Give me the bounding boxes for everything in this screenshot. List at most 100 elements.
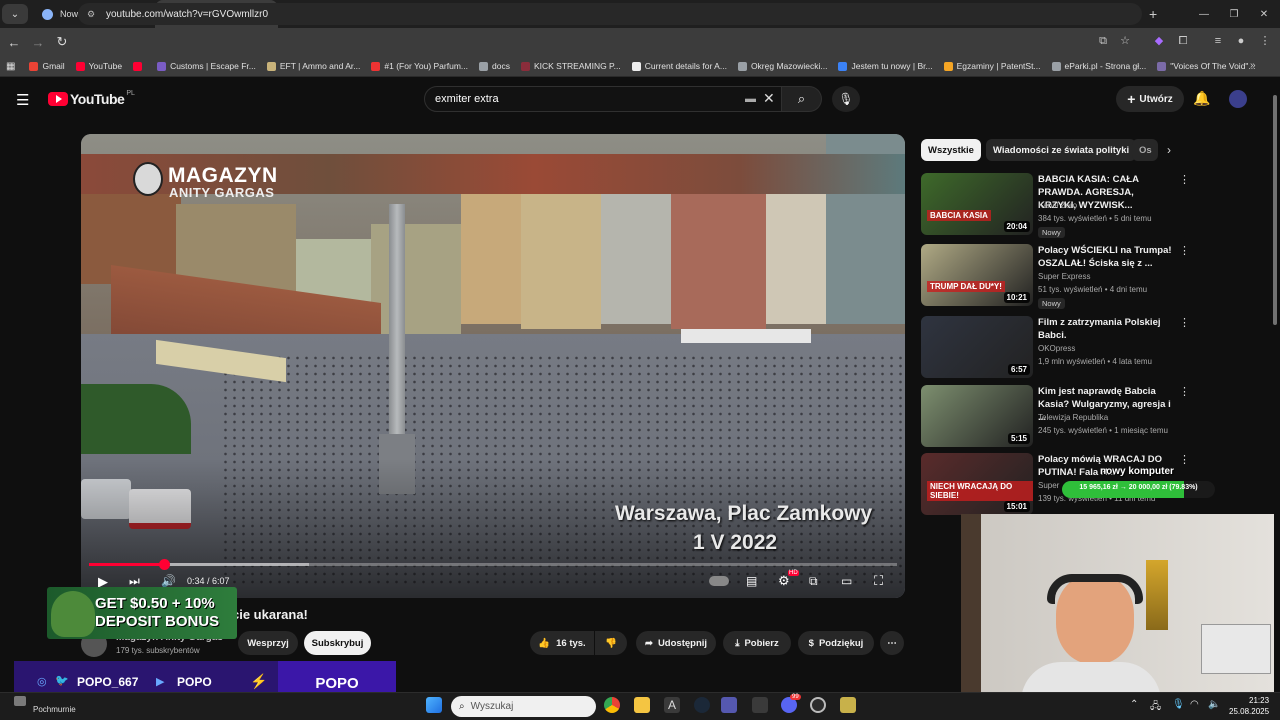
miniplayer-icon[interactable]: ⧉ — [809, 574, 818, 589]
obs-icon[interactable] — [810, 697, 826, 713]
more-options-icon[interactable]: ⋮ — [1179, 244, 1190, 257]
app-icon-2[interactable] — [752, 697, 768, 713]
bookmark-item[interactable]: docs — [479, 61, 510, 71]
recommendation-channel[interactable]: Super Express — [1038, 272, 1090, 281]
recommendation-item[interactable]: 5:15 Kim jest naprawdę Babcia Kasia? Wul… — [921, 385, 1190, 449]
more-options-icon[interactable]: ⋮ — [1179, 316, 1190, 329]
recommendation-item[interactable]: TRUMP DAŁ DU*Y! 10:21 Polacy WŚCIEKLI na… — [921, 244, 1190, 309]
casino-ad-banner[interactable]: GET $0.50 + 10% DEPOSIT BONUS — [47, 587, 237, 639]
create-button[interactable]: + Utwórz — [1116, 86, 1184, 112]
app-icon[interactable]: A — [664, 697, 680, 713]
video-thumbnail[interactable]: BABCIA KASIA 20:04 — [921, 173, 1033, 235]
keyboard-icon[interactable]: ▬ — [745, 93, 756, 105]
chrome-icon[interactable] — [604, 697, 620, 713]
more-options-icon[interactable]: ⋮ — [1179, 385, 1190, 398]
hamburger-menu-icon[interactable]: ☰ — [16, 91, 29, 109]
fullscreen-icon[interactable]: ⛶ — [874, 573, 883, 589]
recommendation-title[interactable]: Film z zatrzymania Polskiej Babci. — [1038, 316, 1173, 342]
recommendation-channel[interactable]: Super — [1038, 481, 1059, 490]
extension-icon[interactable]: ◆ — [1152, 34, 1166, 48]
bookmark-item[interactable]: Current details for A... — [631, 61, 727, 71]
like-button[interactable]: 👍 16 tys. — [530, 631, 594, 655]
teams-icon[interactable] — [721, 697, 737, 713]
minimize-button[interactable]: — — [1189, 0, 1219, 28]
search-input[interactable]: exmiter extra ▬ ✕ — [424, 86, 782, 112]
volume-icon[interactable]: 🔊 — [161, 574, 176, 588]
microphone-tray-icon[interactable]: 🎙 — [1172, 699, 1185, 710]
windows-start-icon[interactable] — [426, 697, 442, 713]
recommendation-item[interactable]: BABCIA KASIA 20:04 BABCIA KASIA: CAŁA PR… — [921, 173, 1190, 238]
clear-search-icon[interactable]: ✕ — [763, 90, 775, 107]
bookmark-item[interactable]: KICK STREAMING P... — [520, 61, 621, 71]
address-bar[interactable]: ⚙ youtube.com/watch?v=rGVOwmllzr0 — [78, 3, 1142, 25]
new-tab-button[interactable]: + — [1149, 6, 1157, 22]
reload-button[interactable]: ↻ — [50, 30, 74, 54]
video-thumbnail[interactable]: 5:15 — [921, 385, 1033, 447]
progress-scrubber[interactable] — [158, 559, 170, 570]
chip-politics[interactable]: Wiadomości ze świata polityki — [986, 139, 1137, 161]
notifications-bell-icon[interactable]: 🔔 — [1193, 90, 1210, 107]
video-thumbnail[interactable]: TRUMP DAŁ DU*Y! 10:21 — [921, 244, 1033, 306]
chip-other[interactable]: Os — [1132, 139, 1158, 161]
bookmark-item[interactable]: #1 (For You) Parfum... — [371, 61, 468, 71]
subscribe-button[interactable]: Subskrybuj — [304, 631, 371, 655]
download-button[interactable]: ⤓ Pobierz — [723, 631, 791, 655]
bookmark-item[interactable]: Jestem tu nowy | Br... — [838, 61, 933, 71]
support-button[interactable]: Wesprzyj — [238, 631, 298, 655]
tab-search-button[interactable]: ⌄ — [2, 4, 28, 24]
bookmark-item[interactable]: Okręg Mazowiecki... — [737, 61, 827, 71]
share-button[interactable]: ➦ Udostępnij — [636, 631, 716, 655]
recommendation-item[interactable]: 6:57 Film z zatrzymania Polskiej Babci. … — [921, 316, 1190, 380]
youtube-logo[interactable]: YouTube PL — [48, 90, 135, 107]
extensions-puzzle-icon[interactable]: ⧠ — [1176, 34, 1190, 48]
forward-button[interactable]: → — [26, 30, 50, 54]
volume-tray-icon[interactable]: 🔈 — [1208, 699, 1220, 710]
bookmark-item[interactable]: eParki.pl - Strona gł... — [1051, 61, 1146, 71]
more-bookmarks-icon[interactable]: » — [1250, 60, 1256, 71]
recommendation-channel[interactable]: OKOpress — [1038, 344, 1075, 353]
chevron-right-icon[interactable]: › — [1167, 143, 1171, 157]
more-options-icon[interactable]: ⋮ — [1179, 453, 1190, 466]
recommendation-channel[interactable]: Kanał Zero — [1038, 201, 1077, 210]
account-avatar[interactable] — [1229, 90, 1247, 108]
apps-grid-icon[interactable]: ▦ — [6, 61, 15, 72]
subtitles-icon[interactable]: ▤ — [746, 574, 757, 588]
bookmark-item[interactable]: Customs | Escape Fr... — [157, 61, 256, 71]
show-hidden-icons[interactable]: ⌃ — [1130, 699, 1138, 710]
back-button[interactable]: ← — [2, 30, 26, 54]
bookmark-star-icon[interactable]: ☆ — [1118, 34, 1132, 48]
media-control-icon[interactable]: ≡ — [1211, 34, 1225, 48]
video-player[interactable]: MAGAZYN ANITY GARGAS Warszawa, Plac Zamk… — [81, 134, 905, 598]
bookmark-item[interactable]: EFT | Ammo and Ar... — [266, 61, 360, 71]
dislike-button[interactable]: 👎 — [595, 631, 627, 655]
progress-bar[interactable] — [89, 559, 897, 570]
more-actions-button[interactable]: ⋯ — [880, 631, 904, 655]
autoplay-toggle[interactable] — [709, 576, 729, 586]
theater-mode-icon[interactable]: ▭ — [841, 574, 852, 588]
recommendation-title[interactable]: Polacy WŚCIEKLI na Trumpa! OSZALAŁ! Ścis… — [1038, 244, 1173, 270]
profile-icon[interactable]: ● — [1234, 34, 1248, 48]
app-icon-3[interactable] — [840, 697, 856, 713]
bookmark-item[interactable] — [133, 61, 146, 71]
recommendation-channel[interactable]: Telewizja Republika — [1038, 413, 1108, 422]
bookmark-item[interactable]: Gmail — [29, 61, 65, 71]
browser-menu-icon[interactable]: ⋮ — [1258, 34, 1272, 48]
site-info-icon[interactable]: ⚙ — [87, 9, 95, 20]
thanks-button[interactable]: $ Podziękuj — [798, 631, 874, 655]
page-scrollbar[interactable] — [1273, 95, 1277, 325]
bookmark-item[interactable]: Egzaminy | PatentSt... — [943, 61, 1041, 71]
steam-icon[interactable] — [694, 697, 710, 713]
install-app-icon[interactable]: ⧉ — [1096, 34, 1110, 48]
file-explorer-icon[interactable] — [634, 697, 650, 713]
restore-button[interactable]: ❐ — [1219, 0, 1249, 28]
bookmark-item[interactable]: YouTube — [75, 61, 122, 71]
search-button[interactable]: ⌕ — [782, 86, 822, 112]
voice-search-button[interactable]: 🎙 — [832, 86, 860, 112]
more-options-icon[interactable]: ⋮ — [1179, 173, 1190, 186]
network-icon[interactable]: 🖧 — [1150, 699, 1161, 716]
taskbar-search-box[interactable]: ⌕ Wyszukaj — [451, 696, 596, 717]
chip-all[interactable]: Wszystkie — [921, 139, 981, 161]
close-window-button[interactable]: ✕ — [1249, 0, 1279, 28]
video-thumbnail[interactable]: NIECH WRACAJĄ DO SIEBIE! 15:01 — [921, 453, 1033, 515]
wifi-icon[interactable]: ◠ — [1190, 699, 1199, 710]
